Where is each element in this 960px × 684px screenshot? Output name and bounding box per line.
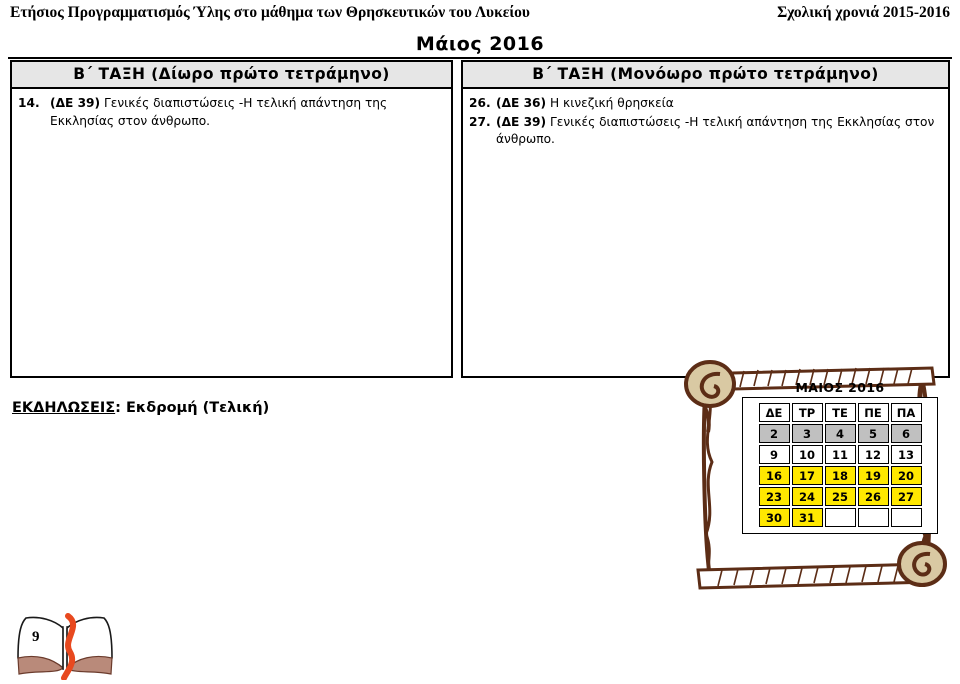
lesson-entry: 14. (ΔΕ 39) Γενικές διαπιστώσεις -Η τελι… bbox=[18, 95, 445, 130]
calendar-day-cell[interactable]: 3 bbox=[791, 424, 823, 443]
calendar-scroll: ΜΑΙΟΣ 2016 ΔΕ ΤΡ ΤΕ ΠΕ ΠΑ 2 3 4 5 6 9 10… bbox=[664, 358, 960, 603]
calendar-day-cell[interactable]: 4 bbox=[824, 424, 856, 443]
calendar-day-cell-empty bbox=[890, 508, 922, 527]
lesson-title: Γενικές διαπιστώσεις -Η τελική απάντηση … bbox=[496, 114, 935, 147]
lesson-text: (ΔΕ 39) Γενικές διαπιστώσεις -Η τελική α… bbox=[50, 95, 445, 130]
column-b-taxi-monowro: Β΄ ΤΑΞΗ (Μονόωρο πρώτο τετράμηνο) 26. (Δ… bbox=[461, 60, 950, 378]
calendar-day-header: ΠΕ bbox=[857, 403, 889, 422]
lesson-text: (ΔΕ 36) Η κινεζική θρησκεία bbox=[496, 95, 942, 113]
calendar-day-cell[interactable]: 10 bbox=[791, 445, 823, 464]
page-number: 9 bbox=[32, 629, 40, 645]
header-title-left: Ετήσιος Προγραμματισμός Ύλης στο μάθημα … bbox=[10, 4, 530, 21]
calendar-day-header: ΤΡ bbox=[791, 403, 823, 422]
calendar-day-header: ΠΑ bbox=[890, 403, 922, 422]
column-heading-left: Β΄ ΤΑΞΗ (Δίωρο πρώτο τετράμηνο) bbox=[12, 62, 451, 89]
title-divider bbox=[8, 57, 952, 59]
open-book-icon bbox=[17, 613, 113, 681]
lesson-code: (ΔΕ 39) bbox=[496, 114, 547, 129]
calendar-day-cell[interactable]: 27 bbox=[890, 487, 922, 506]
calendar-day-cell[interactable]: 16 bbox=[758, 466, 790, 485]
calendar-day-cell[interactable]: 17 bbox=[791, 466, 823, 485]
lesson-number: 14. bbox=[18, 96, 40, 110]
scroll-knob-bottom-right bbox=[897, 541, 947, 587]
calendar-day-cell[interactable]: 18 bbox=[824, 466, 856, 485]
calendar-header-row: ΔΕ ΤΡ ΤΕ ΠΕ ΠΑ bbox=[758, 403, 922, 422]
lesson-title: Η κινεζική θρησκεία bbox=[549, 96, 674, 110]
calendar-day-cell[interactable]: 26 bbox=[857, 487, 889, 506]
page-title: Μάιος 2016 bbox=[415, 33, 545, 55]
document-page: Ετήσιος Προγραμματισμός Ύλης στο μάθημα … bbox=[0, 0, 960, 684]
lesson-code: (ΔΕ 39) bbox=[50, 96, 101, 110]
calendar-day-cell[interactable]: 2 bbox=[758, 424, 790, 443]
calendar-week-row: 2 3 4 5 6 bbox=[758, 424, 922, 443]
calendar-body: 2 3 4 5 6 9 10 11 12 13 16 17 18 19 20 2… bbox=[758, 424, 922, 527]
calendar-day-cell[interactable]: 13 bbox=[890, 445, 922, 464]
calendar-day-cell[interactable]: 19 bbox=[857, 466, 889, 485]
month-calendar: ΜΑΙΟΣ 2016 ΔΕ ΤΡ ΤΕ ΠΕ ΠΑ 2 3 4 5 6 9 10… bbox=[742, 380, 938, 534]
calendar-day-cell[interactable]: 23 bbox=[758, 487, 790, 506]
events-value: Εκδρομή (Τελική) bbox=[126, 400, 270, 416]
events-line: ΕΚΔΗΛΩΣΕΙΣ: Εκδρομή (Τελική) bbox=[12, 400, 269, 416]
calendar-day-cell[interactable]: 30 bbox=[758, 508, 790, 527]
column-b-taxi-diwro: Β΄ ΤΑΞΗ (Δίωρο πρώτο τετράμηνο) 14. (ΔΕ … bbox=[10, 60, 453, 378]
calendar-day-header: ΤΕ bbox=[824, 403, 856, 422]
events-separator: : bbox=[115, 400, 127, 416]
calendar-day-header: ΔΕ bbox=[758, 403, 790, 422]
calendar-table: ΔΕ ΤΡ ΤΕ ΠΕ ΠΑ 2 3 4 5 6 9 10 11 12 13 1… bbox=[757, 401, 924, 529]
column-heading-right: Β΄ ΤΑΞΗ (Μονόωρο πρώτο τετράμηνο) bbox=[463, 62, 948, 89]
calendar-week-row: 23 24 25 26 27 bbox=[758, 487, 922, 506]
calendar-day-cell[interactable]: 31 bbox=[791, 508, 823, 527]
lesson-text: (ΔΕ 39) Γενικές διαπιστώσεις -Η τελική α… bbox=[496, 114, 942, 149]
lesson-number: 27. bbox=[469, 114, 491, 129]
events-label: ΕΚΔΗΛΩΣΕΙΣ bbox=[12, 400, 116, 416]
calendar-day-cell[interactable]: 11 bbox=[824, 445, 856, 464]
calendar-day-cell-empty bbox=[857, 508, 889, 527]
book-page-indicator: 9 bbox=[6, 596, 124, 681]
calendar-grid-box: ΔΕ ΤΡ ΤΕ ΠΕ ΠΑ 2 3 4 5 6 9 10 11 12 13 1… bbox=[742, 397, 938, 534]
lesson-entry: 26. (ΔΕ 36) Η κινεζική θρησκεία bbox=[469, 95, 942, 113]
class-columns: Β΄ ΤΑΞΗ (Δίωρο πρώτο τετράμηνο) 14. (ΔΕ … bbox=[10, 60, 950, 378]
lesson-entry: 27. (ΔΕ 39) Γενικές διαπιστώσεις -Η τελι… bbox=[469, 114, 942, 149]
lesson-number: 26. bbox=[469, 96, 491, 110]
calendar-day-cell[interactable]: 6 bbox=[890, 424, 922, 443]
calendar-week-row: 16 17 18 19 20 bbox=[758, 466, 922, 485]
lesson-title: Γενικές διαπιστώσεις -Η τελική απάντηση … bbox=[50, 96, 388, 128]
calendar-day-cell[interactable]: 24 bbox=[791, 487, 823, 506]
header-title-right: Σχολική χρονιά 2015-2016 bbox=[777, 4, 950, 21]
calendar-day-cell[interactable]: 25 bbox=[824, 487, 856, 506]
calendar-week-row: 30 31 bbox=[758, 508, 922, 527]
calendar-title: ΜΑΙΟΣ 2016 bbox=[795, 380, 885, 395]
column-body-left: 14. (ΔΕ 39) Γενικές διαπιστώσεις -Η τελι… bbox=[12, 89, 451, 376]
calendar-day-cell-empty bbox=[824, 508, 856, 527]
calendar-week-row: 9 10 11 12 13 bbox=[758, 445, 922, 464]
calendar-day-cell[interactable]: 12 bbox=[857, 445, 889, 464]
running-header: Ετήσιος Προγραμματισμός Ύλης στο μάθημα … bbox=[0, 4, 960, 26]
lesson-code: (ΔΕ 36) bbox=[496, 96, 547, 110]
calendar-day-cell[interactable]: 5 bbox=[857, 424, 889, 443]
calendar-day-cell[interactable]: 9 bbox=[758, 445, 790, 464]
column-body-right: 26. (ΔΕ 36) Η κινεζική θρησκεία 27. (ΔΕ … bbox=[463, 89, 948, 376]
calendar-day-cell[interactable]: 20 bbox=[890, 466, 922, 485]
